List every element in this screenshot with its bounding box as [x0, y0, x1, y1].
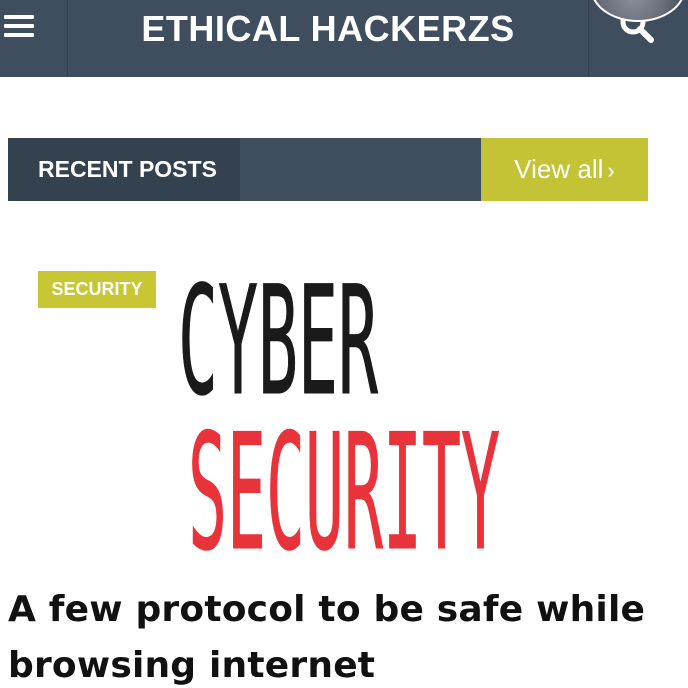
- category-badge[interactable]: SECURITY: [38, 271, 156, 308]
- view-all-button[interactable]: View all ›: [481, 138, 648, 201]
- top-header-bar: ETHICAL HACKERZS: [0, 0, 688, 77]
- image-text-security: SECURITY: [188, 399, 500, 560]
- menu-button[interactable]: [0, 0, 68, 77]
- view-all-label: View all: [514, 154, 604, 184]
- recent-posts-bar: RECENT POSTS: [8, 138, 481, 201]
- featured-image[interactable]: CYBER SECURITY: [160, 240, 540, 561]
- hamburger-menu-icon: [4, 15, 34, 37]
- recent-posts-label-box: RECENT POSTS: [8, 138, 240, 201]
- post-title[interactable]: A few protocol to be safe while browsing…: [8, 582, 680, 688]
- page: ETHICAL HACKERZS RECENT POSTS View all › …: [0, 0, 688, 688]
- site-title[interactable]: ETHICAL HACKERZS: [68, 0, 588, 60]
- chevron-right-icon: ›: [607, 158, 615, 183]
- recent-posts-heading: RECENT POSTS: [38, 156, 217, 182]
